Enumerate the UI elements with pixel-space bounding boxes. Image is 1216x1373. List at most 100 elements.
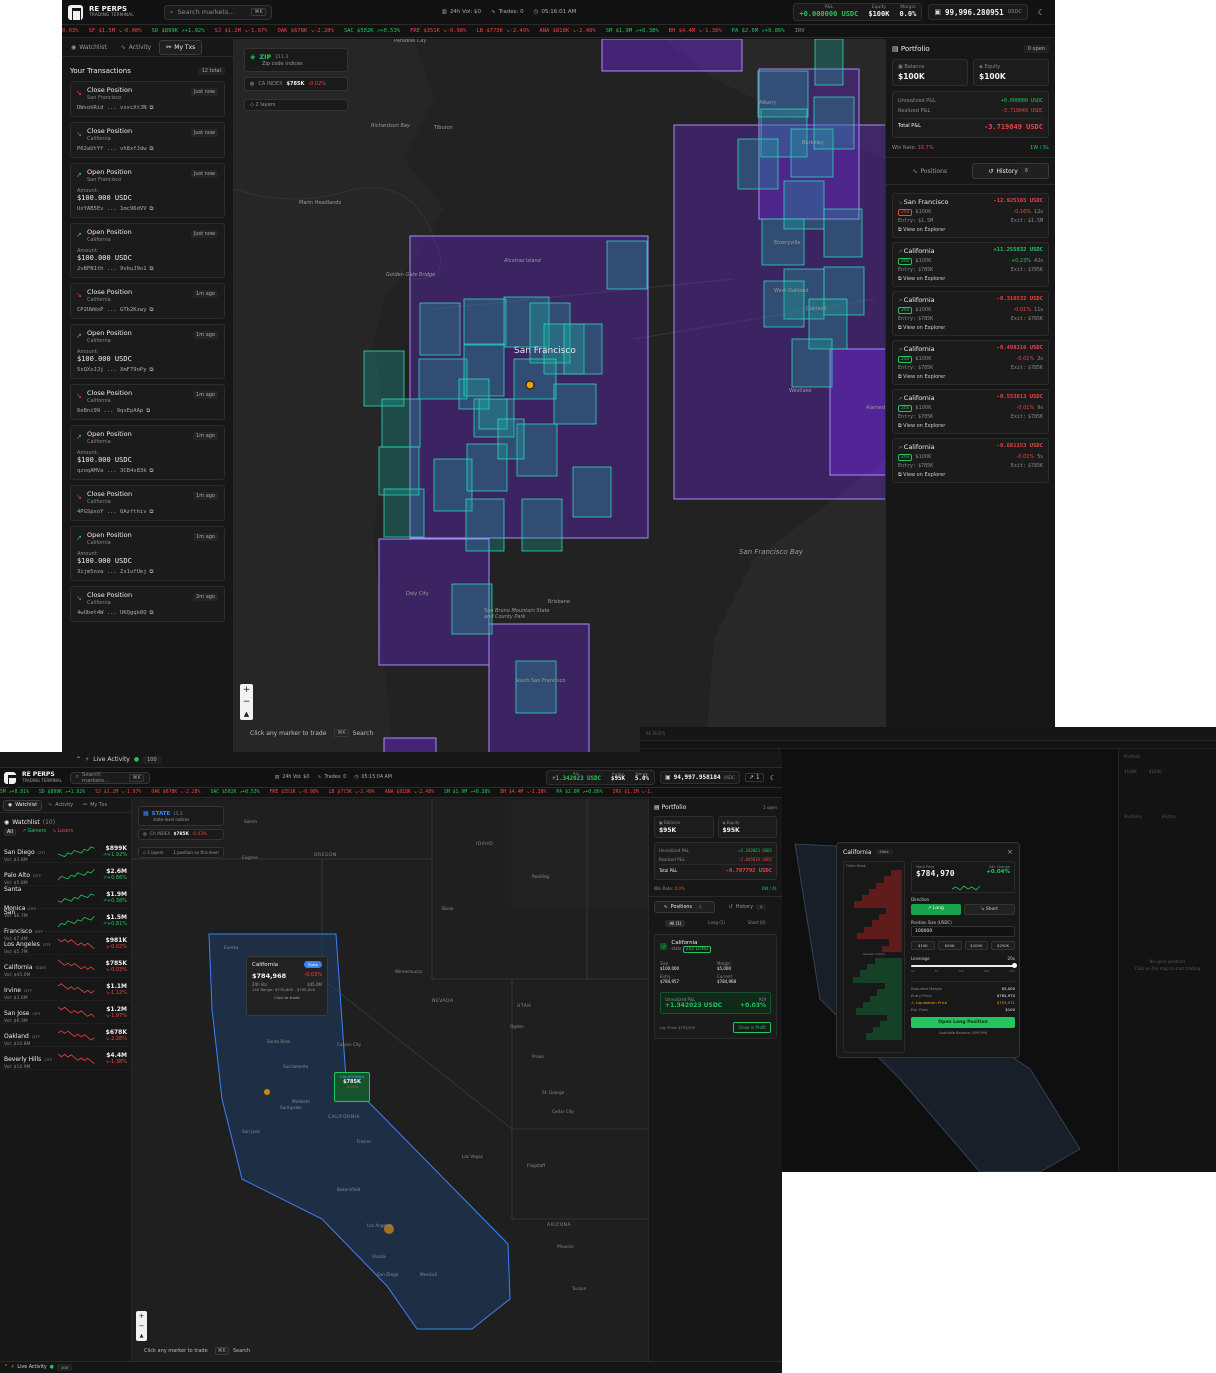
slider-thumb[interactable] <box>1012 963 1017 968</box>
close-in-profit-button[interactable]: Close in Profit <box>733 1022 771 1033</box>
ticker-item[interactable]: OAK $678K ↘-2.28% <box>278 28 334 34</box>
transaction-hash-link[interactable]: CP2UWdxP ... GTb2Kzwy ⧉ <box>77 307 218 314</box>
quick-size-button[interactable]: $10K <box>911 941 935 950</box>
transaction-card[interactable]: ↘ Close Position California 1m ago CP2UWdxP … <box>70 283 225 319</box>
watchlist-item[interactable]: San Francisco CITY Vol: $7.4M $1.5M ↗+0.81% <box>0 909 131 942</box>
transaction-card[interactable]: ↘ Close Position California 1m ago 6eBni99 .… <box>70 384 225 420</box>
ticker-item[interactable]: SD $899K ↗+1.92% <box>39 790 85 795</box>
watchlist-item[interactable]: California STATE Vol: $45.0M $785K ↘-0.03% <box>0 955 131 978</box>
transaction-card[interactable]: ↘ Close Position California Just now P62aUtY… <box>70 122 225 158</box>
map-view-2[interactable]: Salem Eugene OREGON IDAHO Boise Redding Eureka… <box>132 799 648 1361</box>
share-icon[interactable]: ↗ 1 <box>744 773 764 782</box>
tab-positions[interactable]: ∿ Positions <box>892 163 968 179</box>
ticker-item[interactable]: FRE $351K ↘-0.98% <box>270 790 319 795</box>
search-input-2[interactable]: ⌕ Search markets... ⌘K <box>69 771 150 784</box>
zoom-in-button[interactable]: + <box>240 684 253 696</box>
transaction-hash-link[interactable]: qzoqAMVa ... 3CB4s83k ⧉ <box>77 468 218 475</box>
transaction-hash-link[interactable]: 5xQXxJJj ... XmF79oPy ⧉ <box>77 367 218 374</box>
ticker-item[interactable]: 0.03% <box>62 28 79 34</box>
short-button[interactable]: ↘ Short <box>963 904 1015 915</box>
tab-my-txs-2[interactable]: ⚯ My Txs <box>79 801 111 810</box>
ticker-item[interactable]: IRV <box>795 28 805 34</box>
zoom-out-button[interactable]: − <box>136 1321 147 1331</box>
tab-my-txs[interactable]: ⚯ My Txs <box>159 40 203 55</box>
history-card[interactable]: ↗ California -0.498316 USDC 20x $100K -0.01%… <box>892 340 1049 385</box>
tab-history-2[interactable]: ↺ History 4 <box>718 901 777 913</box>
watchlist-item[interactable]: San Diego CITY Vol: $3.8M $899K ↗+1.92% <box>0 840 131 863</box>
explorer-link[interactable]: ⧉ View on Explorer <box>898 325 1043 331</box>
ticker-item[interactable]: LB $773K ↘-2.49% <box>329 790 375 795</box>
ticker-item[interactable]: ANA $818K ↘-2.48% <box>385 790 434 795</box>
ticker-item[interactable]: BH $4.4M ↘-1.38% <box>669 28 722 34</box>
watchlist-item[interactable]: Los Angeles CITY Vol: $5.7M $981K ↘-0.02% <box>0 932 131 955</box>
california-marker[interactable]: CALIFORNIA $785K -0.03% <box>334 1072 370 1102</box>
tab-history[interactable]: ↺ History 6 <box>971 163 1049 179</box>
history-card[interactable]: ↘ San Francisco -12.925165 USDC 20x $100K -0… <box>892 193 1049 238</box>
transaction-hash-link[interactable]: 2vBFN1th ... 9vbuJ9o1 ⧉ <box>77 266 218 273</box>
transaction-card[interactable]: ↗ Open Position San Francisco Just now Amoun… <box>70 163 225 218</box>
tab-activity-2[interactable]: ∿ Activity <box>44 801 77 810</box>
ticker-item[interactable]: SD $899K ↗+1.92% <box>152 28 205 34</box>
transaction-card[interactable]: ↗ Open Position California 1m ago Amount: $10… <box>70 526 225 581</box>
transaction-card[interactable]: ↗ Open Position California 1m ago Amount: $10… <box>70 324 225 379</box>
leverage-slider[interactable] <box>911 963 1017 968</box>
ticker-item[interactable]: BH $4.4M ↘-1.38% <box>500 790 546 795</box>
watchlist-item[interactable]: Irvine CITY Vol: $3.6M $1.1M ↘-1.12% <box>0 978 131 1001</box>
explorer-link[interactable]: ⧉ View on Explorer <box>898 276 1043 282</box>
layers-toggle-2[interactable]: ◇ 1 layers 1 position on this level <box>138 847 224 858</box>
ticker-item[interactable]: OAK $678K ↘-2.28% <box>151 790 200 795</box>
explorer-link[interactable]: ⧉ View on Explorer <box>898 227 1043 233</box>
quick-size-button[interactable]: $250K <box>991 941 1015 950</box>
transaction-card[interactable]: ↘ Close Position San Francisco Just now DWso… <box>70 81 225 117</box>
explorer-link[interactable]: ⧉ View on Explorer <box>898 374 1043 380</box>
transaction-hash-link[interactable]: UxYAB5Ev ... 1mc96dVV ⧉ <box>77 206 218 213</box>
zoom-in-button[interactable]: + <box>136 1311 147 1321</box>
tab-activity[interactable]: ∿ Activity <box>115 41 157 54</box>
transaction-card[interactable]: ↘ Close Position California 1m ago 4PGSpxoY … <box>70 485 225 521</box>
open-long-button[interactable]: Open Long Position <box>911 1017 1015 1028</box>
history-card[interactable]: ↗ California -0.316532 USDC 20x $100K -0.01%… <box>892 291 1049 336</box>
size-input[interactable]: 100000 <box>911 926 1015 937</box>
wallet-button[interactable]: ▣ 99,996.280951 USDC <box>928 4 1028 20</box>
ticker-item[interactable]: 5M ↗+0.81% <box>0 790 29 795</box>
position-card[interactable]: ↗ California state 20x LONG Size $100,000 M… <box>654 934 777 1039</box>
ticker-item[interactable]: FRE $351K ↘-0.98% <box>410 28 466 34</box>
transaction-hash-link[interactable]: 6eBni99 ... 9qxEpAAp ⧉ <box>77 408 218 415</box>
transaction-hash-link[interactable]: 4wUbet4W ... UKQgqk8Q ⧉ <box>77 610 218 617</box>
long-button[interactable]: ↗ Long <box>911 904 961 915</box>
explorer-link[interactable]: ⧉ View on Explorer <box>898 423 1043 429</box>
market-popup[interactable]: California State $784,968 -0.03% 24h Vol $4… <box>246 956 328 1016</box>
ticker-item[interactable]: SM $1.9M ↗+0.38% <box>444 790 490 795</box>
layers-toggle[interactable]: ◇ 2 layers <box>244 99 348 111</box>
watchlist-item[interactable]: San Jose CITY Vol: $6.3M $1.2M ↘-1.97% <box>0 1001 131 1024</box>
filter-losers[interactable]: ↘ Losers <box>52 829 73 836</box>
ticker-item[interactable]: PA $2.6M ↗+0.86% <box>556 790 602 795</box>
close-icon[interactable]: × <box>1007 848 1013 856</box>
wallet-button-2[interactable]: ▣ 94,997.958184 USDC <box>659 771 740 784</box>
compass-button[interactable]: ▲ <box>136 1331 147 1341</box>
transaction-card[interactable]: ↘ Close Position California 2m ago 4wUbet4W … <box>70 586 225 622</box>
transaction-card[interactable]: ↗ Open Position California Just now Amount: $… <box>70 223 225 278</box>
watchlist-item[interactable]: Beverly Hills CITY Vol: $10.9M $4.4M ↘-1.38% <box>0 1047 131 1070</box>
theme-toggle-icon[interactable]: ☾ <box>770 774 776 782</box>
live-activity-bar-bottom[interactable]: ⌃ ⚡ Live Activity ● 100 <box>0 1361 782 1373</box>
map-view[interactable]: Paradise Cay Richardson Bay Tiburon Marin H… <box>234 39 885 768</box>
search-input[interactable]: ⌕ Search markets... ⌘K <box>163 4 272 20</box>
filter-all-positions[interactable]: All (1) <box>665 920 686 927</box>
ticker-item[interactable]: SF $1.5M ↘-0.08% <box>89 28 142 34</box>
transaction-hash-link[interactable]: P62aUtYf ... vh8xfJdw ⧉ <box>77 146 218 153</box>
filter-all[interactable]: All <box>4 829 16 836</box>
transaction-card[interactable]: ↗ Open Position California 1m ago Amount: $10… <box>70 425 225 480</box>
ticker-item[interactable]: SJ $1.2M ↘-1.97% <box>215 28 268 34</box>
filter-long-positions[interactable]: Long (1) <box>708 920 725 927</box>
ticker-item[interactable]: IRV $1.1M ↘-1. <box>613 790 653 795</box>
ticker-item[interactable]: ANA $818K ↘-2.48% <box>539 28 595 34</box>
explorer-link[interactable]: ⧉ View on Explorer <box>898 472 1043 478</box>
transaction-hash-link[interactable]: 4PGSpxoY ... QAzfthiv ⧉ <box>77 509 218 516</box>
history-card[interactable]: ↗ California -0.681153 USDC 20x $100K -0.01%… <box>892 438 1049 483</box>
tab-watchlist[interactable]: ◉ Watchlist <box>65 41 113 54</box>
ticker-item[interactable]: PA $2.6M ↗+0.86% <box>732 28 785 34</box>
history-card[interactable]: ↗ California -0.553813 USDC 20x $100K -0.01%… <box>892 389 1049 434</box>
ticker-item[interactable]: SAC $502K ↗+0.53% <box>344 28 400 34</box>
transaction-hash-link[interactable]: 3ijm5nza ... Zs1ufUej ⧉ <box>77 569 218 576</box>
